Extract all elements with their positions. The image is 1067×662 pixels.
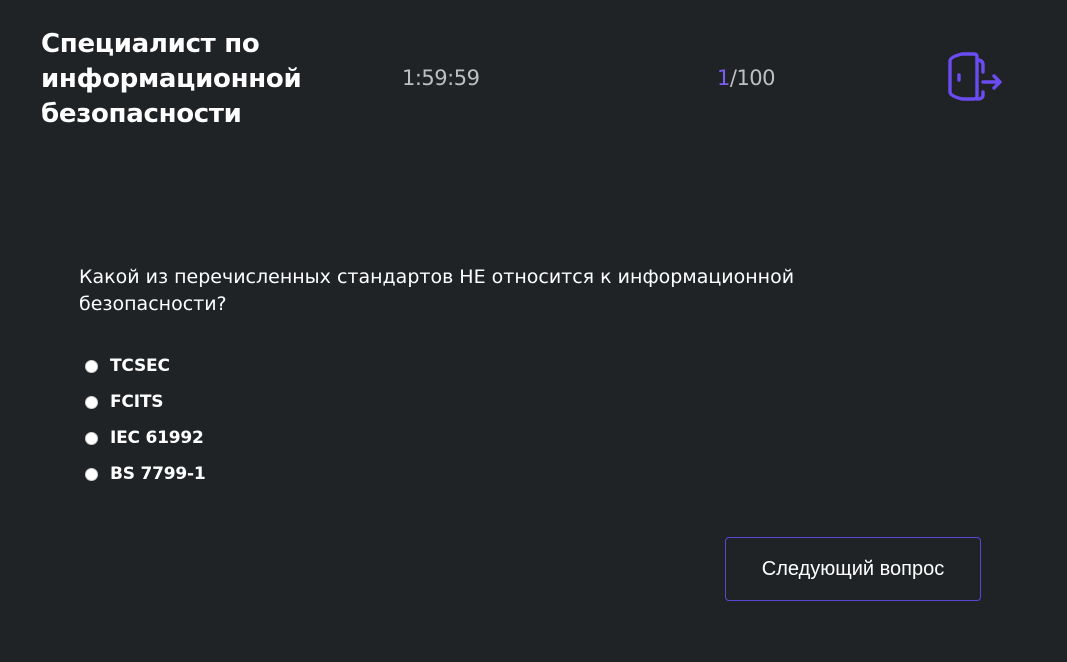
answer-label: BS 7799-1 bbox=[110, 464, 206, 484]
radio-button[interactable] bbox=[85, 431, 98, 445]
countdown-timer: 1:59:59 bbox=[402, 66, 480, 90]
question-text: Какой из перечисленных стандартов НЕ отн… bbox=[79, 266, 795, 315]
exit-door-icon bbox=[948, 52, 1002, 101]
answer-label: TCSEC bbox=[110, 356, 170, 376]
radio-button[interactable] bbox=[85, 395, 98, 409]
question-counter: 1/100 bbox=[717, 64, 776, 92]
current-question-number: 1 bbox=[717, 66, 730, 90]
radio-button[interactable] bbox=[85, 359, 98, 373]
total-questions: /100 bbox=[729, 66, 776, 90]
exam-title: Специалист по информационной безопасност… bbox=[41, 29, 302, 129]
header: Специалист по информационной безопасност… bbox=[0, 0, 1067, 140]
answer-option[interactable]: IEC 61992 bbox=[84, 420, 206, 456]
answer-label: IEC 61992 bbox=[110, 428, 204, 448]
answer-option[interactable]: TCSEC bbox=[84, 348, 206, 384]
quiz-page: Специалист по информационной безопасност… bbox=[0, 0, 1067, 662]
answer-option[interactable]: FCITS bbox=[84, 384, 206, 420]
radio-button[interactable] bbox=[85, 467, 98, 481]
exit-button[interactable] bbox=[944, 50, 1004, 106]
answer-label: FCITS bbox=[110, 392, 164, 412]
answer-option[interactable]: BS 7799-1 bbox=[84, 456, 206, 492]
answer-options: TCSEC FCITS IEC 61992 BS 7799-1 bbox=[84, 348, 206, 492]
next-question-button[interactable]: Следующий вопрос bbox=[725, 537, 981, 601]
